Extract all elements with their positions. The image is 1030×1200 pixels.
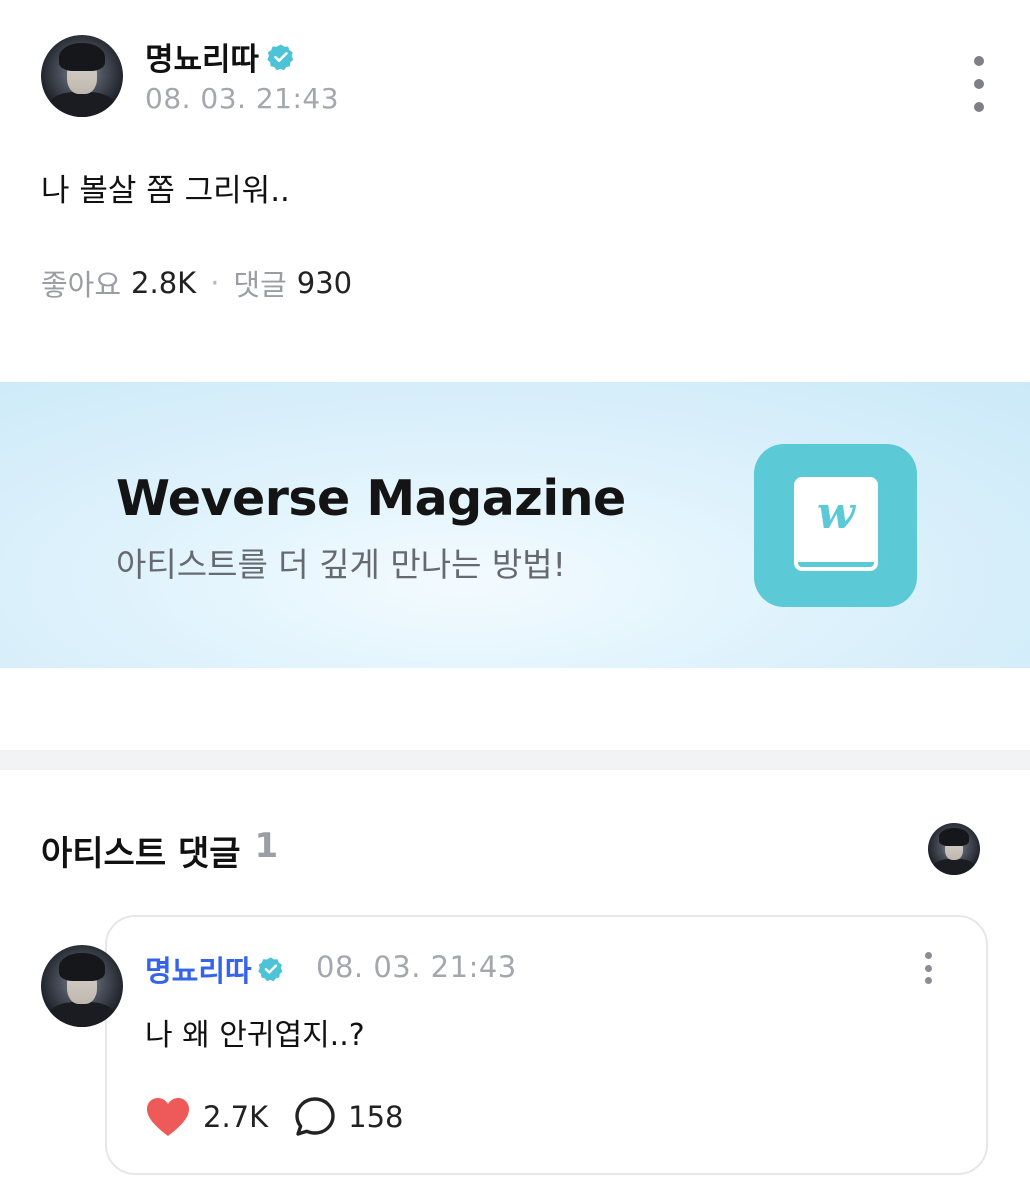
comment-author-row[interactable]: 명뇨리따 xyxy=(145,948,284,990)
banner-title: Weverse Magazine xyxy=(116,470,626,527)
verified-badge-icon xyxy=(258,957,283,982)
comments-count[interactable]: 930 xyxy=(297,266,352,300)
post-page: 명뇨리따 08. 03. 21:43 나 볼살 쫌 그리워.. 좋아요 2.8K… xyxy=(0,0,1030,1200)
author-avatar[interactable] xyxy=(41,35,123,117)
comment-body: 나 왜 안귀엽지..? xyxy=(145,1018,365,1053)
post-timestamp: 08. 03. 21:43 xyxy=(145,82,340,115)
likes-count[interactable]: 2.8K xyxy=(131,266,196,300)
speech-bubble-icon xyxy=(295,1097,335,1136)
section-divider xyxy=(0,750,1030,770)
comment-actions: 2.7K 158 xyxy=(145,1096,404,1138)
more-options-button[interactable] xyxy=(962,56,996,112)
magazine-logo-letter: w xyxy=(817,488,855,539)
comment-like-button[interactable]: 2.7K xyxy=(145,1096,268,1138)
likes-label[interactable]: 좋아요 xyxy=(41,262,121,304)
comments-label[interactable]: 댓글 xyxy=(233,262,286,304)
stats-separator: · xyxy=(210,266,220,300)
artist-comments-header: 아티스트 댓글 1 xyxy=(41,826,278,875)
comment-reply-button[interactable]: 158 xyxy=(294,1096,404,1138)
banner-subtitle: 아티스트를 더 깊게 만나는 방법! xyxy=(116,545,566,584)
weverse-magazine-banner[interactable]: Weverse Magazine 아티스트를 더 깊게 만나는 방법! w xyxy=(0,382,1030,668)
comment-author-name[interactable]: 명뇨리따 xyxy=(145,948,252,990)
artist-avatar[interactable] xyxy=(928,823,980,875)
post-stats: 좋아요 2.8K · 댓글 930 xyxy=(41,262,352,304)
artist-comments-count: 1 xyxy=(254,826,279,866)
artist-comments-title: 아티스트 댓글 xyxy=(41,834,241,874)
post-body: 나 볼살 쫌 그리워.. xyxy=(41,173,290,209)
vertical-ellipsis-icon xyxy=(924,952,932,959)
author-name-row[interactable]: 명뇨리따 xyxy=(145,34,295,79)
heart-icon xyxy=(147,1098,189,1136)
comment-author-avatar[interactable] xyxy=(41,945,123,1027)
weverse-magazine-icon: w xyxy=(754,444,917,607)
comment-timestamp: 08. 03. 21:43 xyxy=(316,950,517,984)
vertical-ellipsis-icon xyxy=(974,56,984,66)
author-name[interactable]: 명뇨리따 xyxy=(145,34,259,79)
comment-reply-count: 158 xyxy=(348,1100,404,1134)
comment-like-count: 2.7K xyxy=(203,1100,269,1134)
verified-badge-icon xyxy=(267,44,294,70)
comment-more-options-button[interactable] xyxy=(918,952,938,984)
